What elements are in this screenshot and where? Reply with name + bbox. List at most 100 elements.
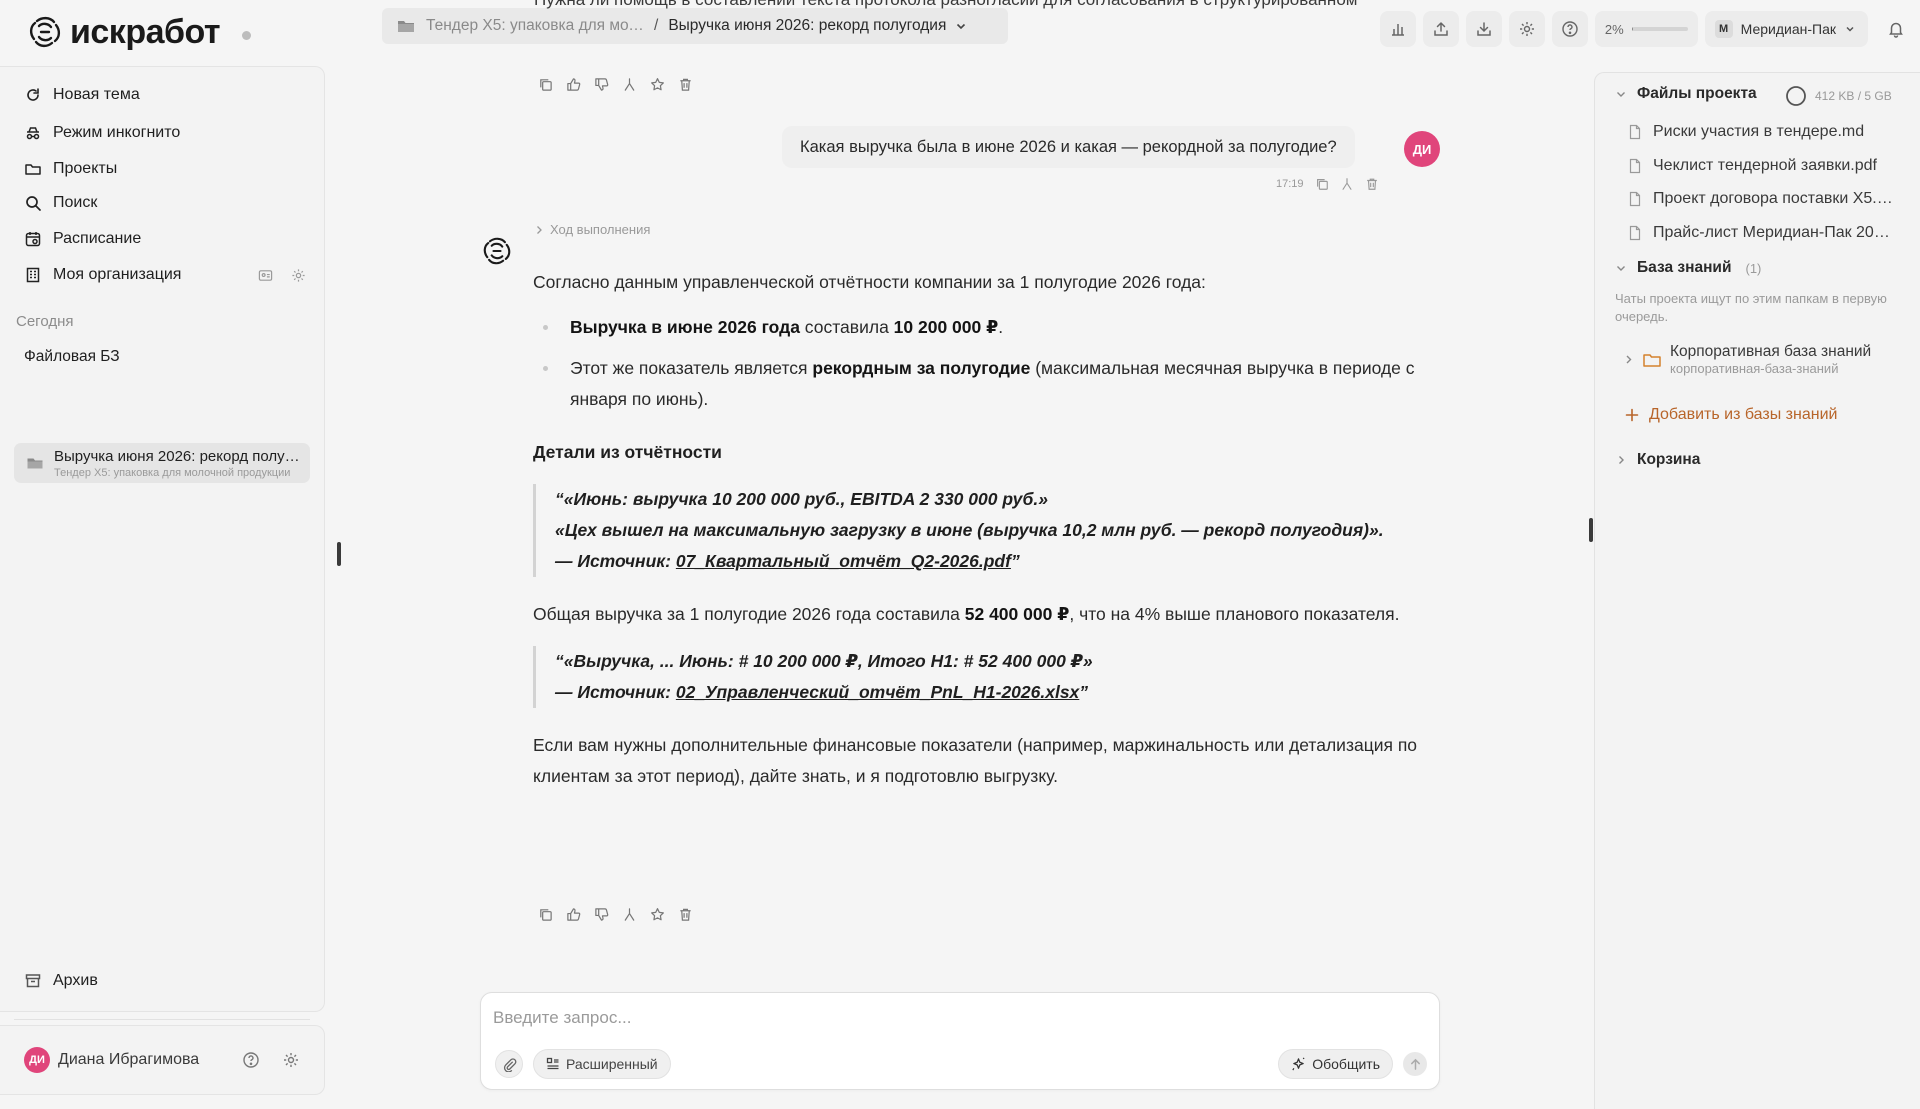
add-from-kb-button[interactable]: Добавить из базы знаний [1625,406,1837,424]
sidebar-item-my-organization[interactable]: Моя организация [24,260,306,290]
prompt-input[interactable] [493,1005,1393,1031]
quote-end: ” [1079,682,1089,702]
chat-card-text: Выручка июня 2026: рекорд полугодия Тенд… [54,448,304,479]
usage-bar-fill [1631,27,1633,31]
kb-folder-slug: корпоративная-база-знаний [1670,361,1839,376]
file-icon [1629,225,1641,241]
user-actions [242,1051,300,1069]
text: Общая выручка за 1 полугодие 2026 года с… [533,604,965,624]
source-link[interactable]: 07_Квартальный_отчёт_Q2-2026.pdf [676,551,1011,571]
chevron-down-icon [1846,26,1854,32]
sidebar-item-new-topic[interactable]: Новая тема [24,80,306,110]
right-panel-resize-handle[interactable] [1589,518,1593,542]
sidebar-item-label: Проекты [53,160,118,177]
branch-icon[interactable] [622,907,637,922]
help-button[interactable] [1551,11,1588,47]
chevron-down-icon [1617,266,1625,271]
sidebar-item-incognito[interactable]: Режим инкогнито [24,118,306,148]
star-icon[interactable] [650,77,665,92]
usage-indicator[interactable]: 2% [1594,11,1698,47]
files-section-header[interactable]: Файлы проекта [1615,85,1757,103]
sidebar-item-label: Поиск [53,194,98,211]
chevron-down-icon[interactable] [954,19,968,33]
file-icon [1629,158,1641,174]
mode-button[interactable]: Расширенный [533,1049,671,1079]
user-name[interactable]: Диана Ибрагимова [58,1051,199,1069]
download-button[interactable] [1465,11,1502,47]
thumbs-up-icon[interactable] [566,77,581,92]
sidebar-item-search[interactable]: Поиск [24,188,306,218]
trash-section-header[interactable]: Корзина [1615,451,1700,469]
org-switcher[interactable]: М Меридиан-Пак [1704,11,1868,47]
avatar[interactable]: ДИ [24,1047,50,1073]
share-button[interactable] [1422,11,1459,47]
building-icon [26,267,40,283]
copy-icon[interactable] [538,77,553,92]
bold-text: Выручка в июне 2026 года [570,317,800,337]
knowledge-base-section-header[interactable]: База знаний (1) [1615,259,1761,277]
trash-icon[interactable] [678,77,693,92]
send-button[interactable] [1403,1052,1427,1076]
thumbs-up-icon[interactable] [566,907,581,922]
gear-icon[interactable] [291,268,306,283]
project-folder-icon [398,21,414,32]
breadcrumb-separator: / [654,17,659,34]
sidebar-item-schedule[interactable]: Расписание [24,224,306,254]
quote-source-line: — Источник: 02_Управленческий_отчёт_PnL_… [555,677,1438,708]
new-topic-icon [27,88,39,101]
settings-button[interactable] [1508,11,1545,47]
file-item[interactable]: Риски участия в тендере.md [1627,123,1897,141]
thumbs-down-icon[interactable] [594,77,609,92]
trash-icon[interactable] [678,907,693,922]
logo-icon [29,16,61,48]
answer-closing: Если вам нужны дополнительные финансовые… [533,735,1418,786]
breadcrumb-chat-title[interactable]: Выручка июня 2026: рекорд полугодия [668,17,946,35]
plus-icon [1625,408,1639,422]
answer-bullet: Этот же показатель является рекордным за… [533,353,1438,415]
kb-folder-name: Корпоративная база знаний [1670,343,1872,360]
file-item[interactable]: Чеклист тендерной заявки.pdf [1627,157,1897,175]
sidebar-folder-file-kb[interactable]: Файловая БЗ [24,348,120,366]
sidebar-item-projects[interactable]: Проекты [24,154,306,184]
file-item[interactable]: Проект договора поставки X5.docx [1627,190,1897,208]
user-message-meta: 17:19 [1276,177,1379,191]
breadcrumb-project[interactable]: Тендер X5: упаковка для молочной продукц… [426,17,644,35]
progress-toggle[interactable]: Ход выполнения [534,222,650,237]
trash-icon[interactable] [1365,177,1379,191]
help-icon[interactable] [242,1051,260,1069]
quote-line: “«Выручка, ... Июнь: # 10 200 000 ₽, Ито… [555,651,1093,671]
source-link[interactable]: 02_Управленческий_отчёт_PnL_H1-2026.xlsx [676,682,1079,702]
sidebar-item-archive[interactable]: Архив [24,966,306,996]
kb-folder-text: Корпоративная база знаний корпоративная-… [1670,343,1880,376]
stats-button[interactable] [1379,11,1416,47]
notifications-button[interactable] [1878,11,1914,47]
sidebar-panel: Новая тема Режим инкогнито Проекты Поиск… [0,66,325,1020]
answer-bullets: Выручка в июне 2026 года составила 10 20… [533,312,1438,415]
bell-icon [1889,22,1903,38]
files-title: Файлы проекта [1637,85,1757,102]
gear-icon[interactable] [282,1051,300,1069]
copy-icon[interactable] [538,907,553,922]
quote-1: “«Июнь: выручка 10 200 000 руб., EBITDA … [533,484,1438,577]
copy-icon[interactable] [1315,177,1329,191]
chevron-right-icon [1626,355,1632,364]
kb-folder-item[interactable]: Корпоративная база знаний корпоративная-… [1623,343,1880,376]
sidebar-chat-active[interactable]: Выручка июня 2026: рекорд полугодия Тенд… [14,443,310,483]
id-card-icon[interactable] [258,268,273,283]
breadcrumb[interactable]: Тендер X5: упаковка для молочной продукц… [382,8,1008,44]
project-folder-icon [27,458,43,469]
file-item[interactable]: Прайс-лист Меридиан-Пак 2026.xlsx [1627,224,1897,242]
star-icon[interactable] [650,907,665,922]
bar-chart-icon [1391,24,1404,36]
search-icon [26,196,41,211]
chevron-right-icon [537,225,542,234]
branch-icon[interactable] [1340,177,1354,191]
sidebar-resize-handle[interactable] [337,542,341,566]
logo[interactable]: искработ [28,12,252,52]
attach-button[interactable] [495,1050,523,1078]
answer-bullet: Выручка в июне 2026 года составила 10 20… [533,312,1438,343]
thumbs-down-icon[interactable] [594,907,609,922]
mode-label: Расширенный [566,1056,658,1072]
summarize-button[interactable]: Обобщить [1278,1049,1393,1079]
branch-icon[interactable] [622,77,637,92]
